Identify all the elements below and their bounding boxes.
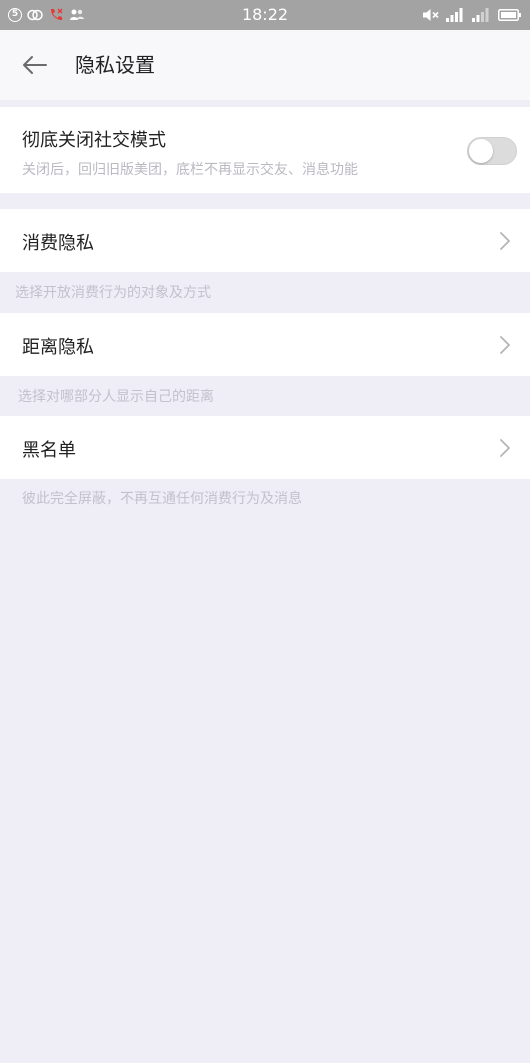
blacklist-hint: 彼此完全屏蔽，不再互通任何消费行为及消息 bbox=[22, 491, 302, 507]
status-right-icons bbox=[422, 7, 522, 23]
signal-icon bbox=[446, 8, 463, 22]
mute-icon bbox=[423, 9, 439, 21]
chevron-right-icon bbox=[500, 232, 510, 250]
consumption-privacy-hint: 选择开放消费行为的对象及方式 bbox=[15, 285, 211, 301]
status-bar: 5 18:22 bbox=[0, 0, 530, 30]
back-button[interactable] bbox=[20, 50, 50, 80]
blacklist-label: 黑名单 bbox=[22, 440, 76, 461]
distance-privacy-label: 距离隐私 bbox=[22, 337, 94, 358]
header-bar: 隐私设置 bbox=[0, 30, 530, 100]
social-mode-title: 彻底关闭社交模式 bbox=[22, 130, 166, 151]
social-mode-toggle[interactable] bbox=[467, 137, 517, 165]
arrow-left-icon bbox=[23, 56, 47, 74]
toggle-knob bbox=[469, 139, 493, 163]
consumption-privacy-item[interactable]: 消费隐私 bbox=[0, 209, 530, 272]
signal-icon-2 bbox=[472, 8, 489, 22]
chevron-right-icon bbox=[500, 439, 510, 457]
social-mode-subtitle: 关闭后，回归旧版美团，底栏不再显示交友、消息功能 bbox=[22, 162, 358, 178]
page-title: 隐私设置 bbox=[75, 53, 155, 77]
battery-icon bbox=[498, 9, 521, 21]
chevron-right-icon bbox=[500, 336, 510, 354]
distance-privacy-hint: 选择对哪部分人显示自己的距离 bbox=[18, 389, 214, 405]
consumption-privacy-label: 消费隐私 bbox=[22, 233, 94, 254]
social-mode-cell: 彻底关闭社交模式 关闭后，回归旧版美团，底栏不再显示交友、消息功能 bbox=[0, 107, 530, 193]
distance-privacy-item[interactable]: 距离隐私 bbox=[0, 313, 530, 376]
blacklist-item[interactable]: 黑名单 bbox=[0, 416, 530, 479]
